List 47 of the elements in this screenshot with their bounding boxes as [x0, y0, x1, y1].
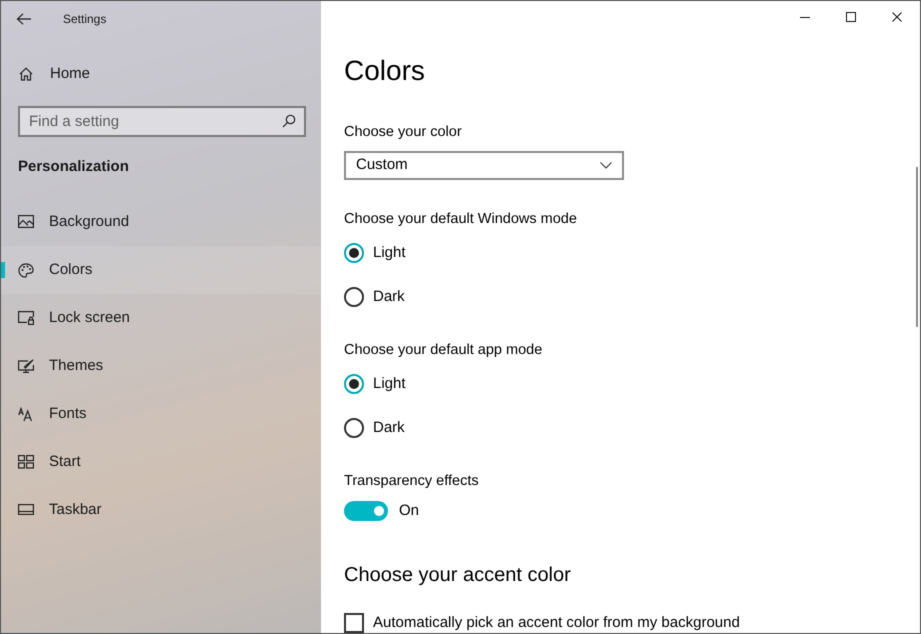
tiles-icon	[18, 454, 34, 470]
monitor-brush-icon	[18, 358, 34, 374]
home-link[interactable]: Home	[1, 56, 321, 92]
chevron-down-icon	[600, 162, 612, 169]
radio-option[interactable]: Dark	[344, 275, 405, 319]
scrollbar-thumb[interactable]	[916, 167, 918, 327]
setting-label: Transparency effects	[344, 472, 479, 491]
nav-item[interactable]: Taskbar	[1, 486, 321, 534]
nav-item[interactable]: Themes	[1, 342, 321, 390]
lock-screen-icon	[18, 310, 34, 326]
page-title: Colors	[344, 54, 425, 88]
option-label: Dark	[373, 418, 405, 438]
option-label: Light	[373, 242, 406, 263]
taskbar-icon	[18, 502, 34, 518]
search-field[interactable]: Find a setting	[18, 106, 306, 137]
radio-option[interactable]: Light	[344, 362, 406, 406]
group-label: Choose your default app mode	[344, 341, 542, 360]
picture-icon	[18, 214, 34, 230]
color-dropdown[interactable]: Custom	[344, 150, 624, 180]
radio-option[interactable]: Dark	[344, 406, 405, 450]
radio-option[interactable]: Light	[344, 231, 406, 275]
group-label: Choose your default Windows mode	[344, 210, 577, 229]
radio-button[interactable]	[344, 418, 364, 438]
toggle-switch[interactable]	[344, 501, 388, 521]
section-heading: Personalization	[18, 157, 130, 177]
checkbox[interactable]	[344, 613, 364, 633]
nav-item[interactable]: Background	[1, 198, 321, 246]
close-icon	[892, 12, 902, 22]
window-title: Settings	[63, 11, 106, 28]
radio-button[interactable]	[344, 287, 364, 307]
nav-item[interactable]: Fonts	[1, 390, 321, 438]
option-label: Light	[373, 374, 406, 394]
nav-item[interactable]: Lock screen	[1, 294, 321, 342]
section-heading: Choose your accent color	[344, 563, 571, 588]
nav-item[interactable]: Colors	[1, 246, 321, 294]
radio-button[interactable]	[344, 374, 364, 394]
nav-item[interactable]: Start	[1, 438, 321, 486]
maximize-icon	[846, 12, 856, 22]
palette-icon	[18, 262, 34, 278]
toggle-state-label: On	[399, 500, 420, 521]
search-icon	[282, 114, 296, 128]
radio-button[interactable]	[344, 243, 364, 263]
field-label: Choose your color	[344, 122, 462, 142]
home-icon	[19, 67, 33, 81]
font-size-icon	[18, 406, 34, 422]
option-label: Dark	[373, 286, 405, 307]
back-arrow-icon	[16, 13, 32, 25]
